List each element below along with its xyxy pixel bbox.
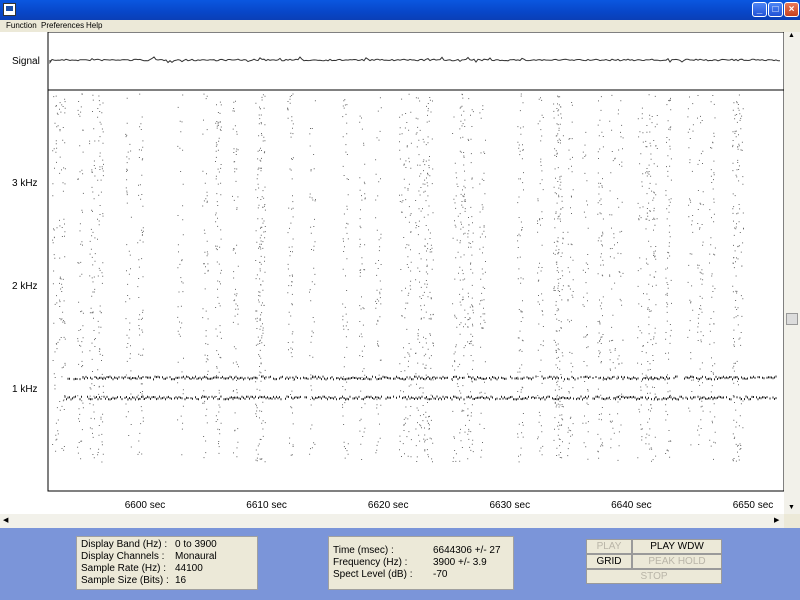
spect-level-value: -70 [433, 569, 448, 580]
y-axis-label: 2 kHz [12, 281, 38, 292]
spect-level-label: Spect Level (dB) : [333, 569, 413, 580]
y-axis-label: 1 kHz [12, 384, 38, 395]
time-label: Time (msec) : [333, 545, 394, 556]
y-axis-label: 3 kHz [12, 178, 38, 189]
stop-button[interactable]: STOP [586, 569, 722, 584]
grid-button[interactable]: GRID [586, 554, 632, 569]
x-axis-label: 6600 sec [125, 500, 166, 511]
menu-help[interactable]: Help [86, 21, 102, 30]
scroll-down-arrow[interactable]: ▼ [788, 504, 795, 511]
spectrogram-view[interactable]: Signal 3 kHz 2 kHz 1 kHz 6600 sec 6610 sec 6… [0, 31, 785, 514]
minimize-button[interactable]: _ [752, 2, 767, 17]
display-band-label: Display Band (Hz) : [81, 539, 168, 550]
vertical-scrollbar[interactable]: ▲ ▼ [784, 32, 800, 514]
scroll-right-arrow[interactable]: ▶ [774, 516, 779, 524]
x-axis-label: 6620 sec [368, 500, 409, 511]
display-channels-value: Monaural [175, 551, 217, 562]
scroll-left-arrow[interactable]: ◀ [3, 516, 8, 524]
status-panel: Display Band (Hz) : 0 to 3900 Display Ch… [0, 528, 800, 600]
scrollbar-corner [784, 514, 800, 528]
app-icon[interactable] [3, 3, 16, 16]
play-button[interactable]: PLAY [586, 539, 632, 554]
cursor-info-box: Time (msec) : 6644306 +/- 27 Frequency (… [328, 536, 514, 590]
frequency-value: 3900 +/- 3.9 [433, 557, 487, 568]
sample-rate-label: Sample Rate (Hz) : [81, 563, 167, 574]
menu-bar: Function Preferences Help [0, 20, 800, 32]
maximize-button[interactable]: □ [768, 2, 783, 17]
horizontal-scrollbar[interactable]: ◀ ▶ [0, 514, 784, 528]
sample-size-label: Sample Size (Bits) : [81, 575, 169, 586]
menu-preferences[interactable]: Preferences [41, 21, 84, 30]
plot-frame [47, 31, 785, 492]
display-channels-label: Display Channels : [81, 551, 165, 562]
close-button[interactable]: × [784, 2, 799, 17]
x-axis-label: 6630 sec [490, 500, 531, 511]
signal-label: Signal [12, 56, 40, 67]
display-info-box: Display Band (Hz) : 0 to 3900 Display Ch… [76, 536, 258, 590]
vertical-scroll-thumb[interactable] [786, 313, 798, 325]
frequency-label: Frequency (Hz) : [333, 557, 408, 568]
play-window-button[interactable]: PLAY WDW [632, 539, 722, 554]
title-bar: _ □ × [0, 0, 800, 20]
x-axis-label: 6640 sec [611, 500, 652, 511]
time-value: 6644306 +/- 27 [433, 545, 501, 556]
display-band-value: 0 to 3900 [175, 539, 217, 550]
menu-function[interactable]: Function [6, 21, 37, 30]
scroll-up-arrow[interactable]: ▲ [788, 32, 795, 39]
x-axis-label: 6610 sec [246, 500, 287, 511]
spectrogram-canvas[interactable]: Signal 3 kHz 2 kHz 1 kHz 6600 sec 6610 sec 6… [0, 31, 785, 514]
sample-rate-value: 44100 [175, 563, 203, 574]
sample-size-value: 16 [175, 575, 187, 586]
x-axis-label: 6650 sec [733, 500, 774, 511]
peak-hold-button[interactable]: PEAK HOLD [632, 554, 722, 569]
